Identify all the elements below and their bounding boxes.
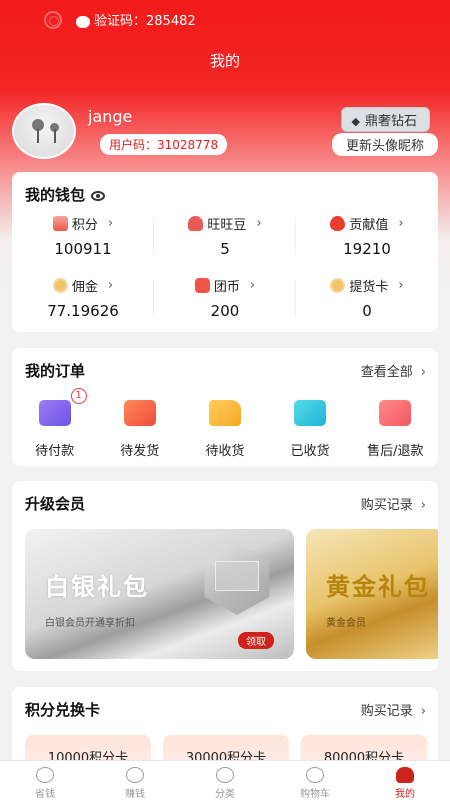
- chevron-right-icon: ›: [398, 277, 404, 293]
- view-all-orders-link[interactable]: 查看全部 ›: [361, 361, 426, 380]
- tab-bar: 省钱 赚钱 分类 购物车 我的: [0, 760, 450, 800]
- wallet-item-contribution[interactable]: 贡献值 › 19210: [296, 212, 438, 262]
- tab-mine[interactable]: 我的: [360, 761, 450, 800]
- avatar[interactable]: [12, 103, 76, 159]
- order-pending-payment[interactable]: 1 待付款: [15, 388, 95, 459]
- check-icon: [294, 400, 327, 426]
- wallet-item-beans[interactable]: 旺旺豆 › 5: [154, 212, 296, 262]
- chevron-right-icon: ›: [420, 365, 426, 380]
- order-pending-shipment[interactable]: 待发货: [100, 400, 180, 459]
- chevron-right-icon: ›: [249, 277, 256, 293]
- status-bar: 验证码：285482: [44, 10, 196, 29]
- chevron-right-icon: ›: [256, 215, 262, 231]
- chevron-right-icon: ›: [107, 277, 114, 293]
- claim-button[interactable]: 领取: [238, 632, 274, 649]
- wallet-item-points[interactable]: 积分 › 100911: [12, 212, 154, 262]
- truck-icon: [208, 400, 241, 426]
- username: jange: [88, 107, 133, 126]
- tab-cart[interactable]: 购物车: [270, 761, 360, 800]
- gold-package-card[interactable]: 黄金礼包 黄金会员: [306, 529, 438, 659]
- wallet-item-pickup-card[interactable]: 提货卡 › 0: [296, 274, 438, 324]
- points-title: 积分兑换卡: [25, 701, 101, 719]
- vip-records-link[interactable]: 购买记录 ›: [361, 494, 426, 513]
- page-title: 我的: [209, 52, 240, 70]
- wallet-card: 我的钱包 积分 › 100911 旺旺豆 › 5 贡献值 › 19210 佣金 › 77…: [12, 172, 438, 332]
- order-pending-receipt[interactable]: 待收货: [185, 400, 265, 459]
- tab-earn[interactable]: 赚钱: [90, 761, 180, 800]
- user-icon: [396, 767, 414, 783]
- verify-code: 验证码：285482: [76, 10, 196, 29]
- vip-title: 升级会员: [25, 495, 86, 513]
- tab-category[interactable]: 分类: [180, 761, 270, 800]
- user-code: 用户码：31028778: [100, 134, 228, 155]
- order-refund[interactable]: 售后/退款: [355, 400, 435, 459]
- piggy-icon: [36, 767, 54, 783]
- chevron-right-icon: ›: [420, 498, 426, 513]
- bean-icon: [188, 215, 204, 231]
- return-icon: [379, 400, 412, 426]
- profile-section: jange 用户码：31028778 ◆ 鼎奢钻石 更新头像昵称: [12, 103, 438, 161]
- fire-icon: [330, 215, 346, 231]
- points-records-link[interactable]: 购买记录 ›: [361, 700, 426, 719]
- gold-coin-icon: [52, 277, 68, 293]
- cart-icon: [306, 767, 324, 783]
- chevron-right-icon: ›: [398, 215, 404, 231]
- chevron-right-icon: ›: [107, 215, 114, 231]
- chat-icon: [76, 15, 90, 28]
- money-bag-icon: [194, 277, 210, 293]
- silver-package-card[interactable]: 白银礼包 白银会员开通享折扣 领取: [25, 529, 294, 659]
- gold-coin-icon: [330, 277, 346, 293]
- coins-icon: [52, 215, 68, 231]
- diamond-icon: ◆: [351, 115, 360, 128]
- diamond-emblem-icon: [204, 543, 270, 615]
- box-icon: [123, 400, 156, 426]
- order-received[interactable]: 已收货: [270, 400, 350, 459]
- vip-card: 升级会员 购买记录 › 白银礼包 白银会员开通享折扣 领取 黄金礼包 黄金会员: [12, 481, 438, 671]
- wallet-item-team-coin[interactable]: 团币 › 200: [154, 274, 296, 324]
- chevron-right-icon: ›: [420, 704, 426, 719]
- wallet-item-commission[interactable]: 佣金 › 77.19626: [12, 274, 154, 324]
- logo-ring-icon: [44, 10, 62, 29]
- wallet-title: 我的钱包: [25, 184, 106, 205]
- wallet-icon: [38, 400, 71, 426]
- eye-icon[interactable]: [91, 190, 106, 201]
- orders-card: 我的订单 查看全部 › 1 待付款 待发货 待收货 已收货 售后/退款: [12, 348, 438, 466]
- order-count-badge: 1: [70, 388, 87, 404]
- money-bag-icon: [126, 767, 144, 783]
- orders-title: 我的订单: [25, 362, 86, 380]
- edit-profile-button[interactable]: 更新头像昵称: [331, 133, 438, 156]
- tab-save[interactable]: 省钱: [0, 761, 90, 800]
- grid-icon: [216, 767, 234, 783]
- level-badge: ◆ 鼎奢钻石: [340, 107, 430, 132]
